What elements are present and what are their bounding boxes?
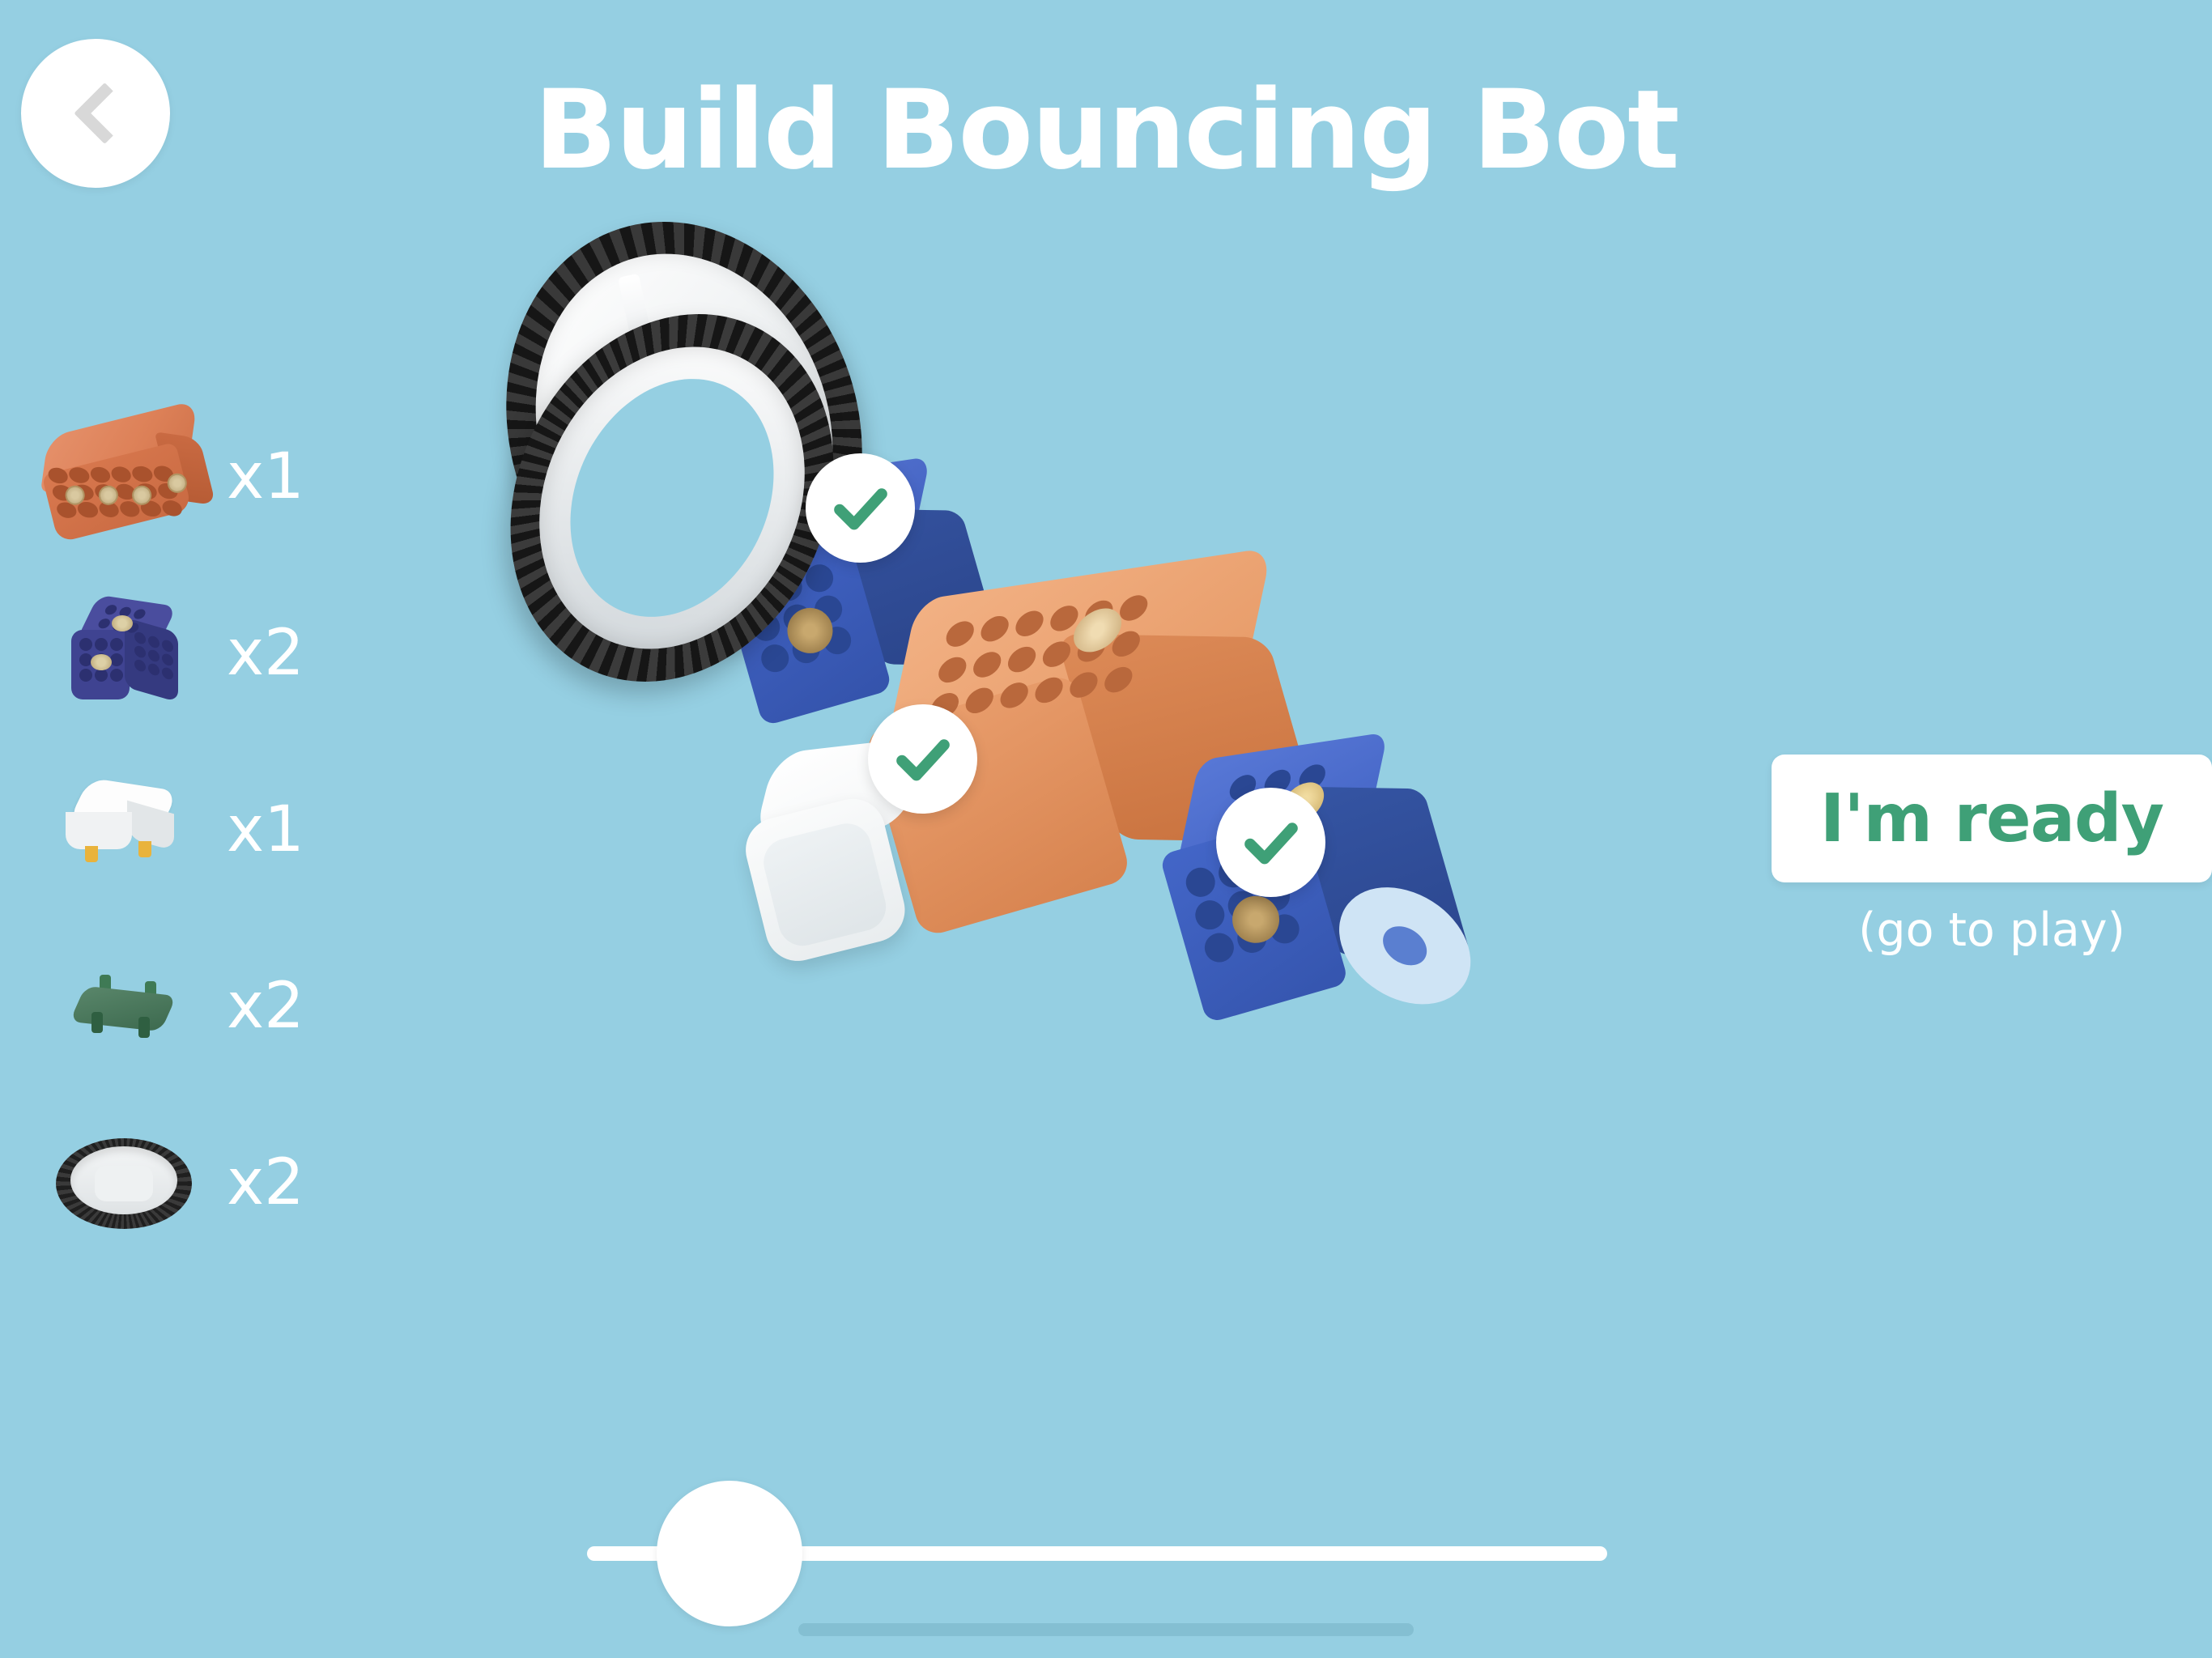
page-title: Build Bouncing Bot [534, 66, 1679, 193]
im-ready-label: I'm ready [1819, 780, 2164, 857]
part-quantity: x1 [227, 793, 304, 866]
part-quantity: x2 [227, 617, 304, 690]
white-sensor-icon [32, 749, 219, 911]
check-badge-orange-brick [868, 704, 977, 814]
green-connector-icon [32, 925, 219, 1087]
check-icon [1244, 822, 1298, 864]
list-item: x2 [32, 565, 356, 742]
robot-illustration [450, 175, 1781, 1401]
wheel-icon [32, 1102, 219, 1264]
part-quantity: x2 [227, 1146, 304, 1219]
check-badge-blue-cube-left [806, 453, 915, 563]
part-quantity: x2 [227, 970, 304, 1043]
list-item: x2 [32, 1095, 356, 1271]
list-item: x1 [32, 742, 356, 918]
battery-brick-icon [32, 396, 219, 558]
build-step-slider[interactable] [587, 1481, 1607, 1626]
slider-thumb[interactable] [657, 1481, 803, 1626]
im-ready-button[interactable]: I'm ready [1772, 755, 2212, 882]
blue-cube-icon [32, 572, 219, 734]
home-indicator [798, 1623, 1414, 1636]
check-icon [895, 738, 950, 780]
check-icon [833, 487, 887, 529]
list-item: x2 [32, 918, 356, 1095]
go-to-play-caption: (go to play) [1858, 903, 2125, 957]
check-badge-blue-cube-right [1216, 788, 1325, 897]
part-quantity: x1 [227, 440, 304, 513]
ready-group: I'm ready (go to play) [1772, 755, 2212, 957]
list-item: x1 [32, 389, 356, 565]
parts-list: x1 x2 x1 x2 x2 [32, 389, 356, 1271]
